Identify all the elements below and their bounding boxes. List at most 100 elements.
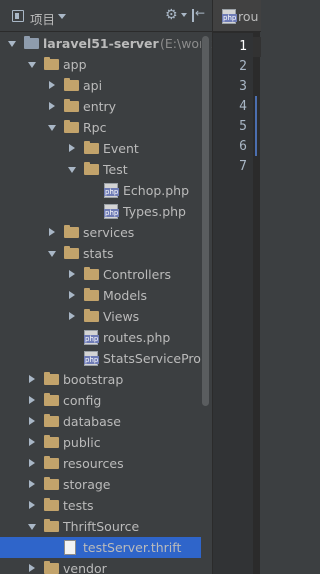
tree-item-label: database bbox=[63, 414, 121, 429]
editor-tab[interactable]: rou bbox=[213, 0, 261, 32]
tree-folder-row[interactable]: api bbox=[0, 75, 202, 96]
line-number: 3 bbox=[239, 79, 247, 94]
tree-folder-row[interactable]: Rpc bbox=[0, 117, 202, 138]
tree-item-label: entry bbox=[83, 99, 117, 114]
expand-closed-icon[interactable] bbox=[29, 501, 35, 509]
folder-icon bbox=[64, 225, 79, 238]
line-number: 6 bbox=[239, 139, 247, 154]
line-number: 7 bbox=[239, 159, 247, 174]
project-panel-header: 项目 ⚙ bbox=[0, 0, 212, 32]
tree-folder-row[interactable]: ThriftSource bbox=[0, 516, 202, 537]
scrollbar-thumb[interactable] bbox=[202, 36, 209, 406]
folder-icon bbox=[64, 246, 79, 259]
tree-folder-row[interactable]: resources bbox=[0, 453, 202, 474]
expand-open-icon[interactable] bbox=[28, 524, 36, 530]
folder-icon bbox=[44, 435, 59, 448]
hide-panel-icon[interactable] bbox=[192, 6, 205, 22]
folder-icon bbox=[44, 414, 59, 427]
expand-closed-icon[interactable] bbox=[69, 312, 75, 320]
gear-icon[interactable]: ⚙ bbox=[165, 8, 179, 22]
tree-folder-row[interactable]: database bbox=[0, 411, 202, 432]
tree-item-label: Event bbox=[103, 141, 139, 156]
tree-item-label: tests bbox=[63, 498, 94, 513]
tree-folder-row[interactable]: Models bbox=[0, 285, 202, 306]
tree-folder-row[interactable]: stats bbox=[0, 243, 202, 264]
tree-folder-row[interactable]: Views bbox=[0, 306, 202, 327]
expand-closed-icon[interactable] bbox=[29, 480, 35, 488]
folder-icon bbox=[84, 309, 99, 322]
chevron-down-icon[interactable] bbox=[58, 14, 66, 19]
expand-closed-icon[interactable] bbox=[29, 564, 35, 572]
tree-folder-row[interactable]: entry bbox=[0, 96, 202, 117]
tree-folder-row[interactable]: services bbox=[0, 222, 202, 243]
folder-icon bbox=[44, 519, 59, 532]
folder-icon bbox=[64, 99, 79, 112]
expand-closed-icon[interactable] bbox=[49, 228, 55, 236]
folder-icon bbox=[44, 57, 59, 70]
gear-dropdown-icon[interactable] bbox=[181, 13, 187, 17]
tree-folder-row[interactable]: public bbox=[0, 432, 202, 453]
expand-closed-icon[interactable] bbox=[29, 459, 35, 467]
tree-file-row[interactable]: testServer.thrift bbox=[0, 537, 202, 558]
php-file-icon bbox=[104, 204, 120, 219]
folder-icon bbox=[44, 477, 59, 490]
change-marker bbox=[255, 96, 257, 156]
expand-open-icon[interactable] bbox=[48, 125, 56, 131]
tree-folder-row[interactable]: vendor bbox=[0, 558, 202, 574]
tree-item-label: testServer.thrift bbox=[83, 540, 182, 555]
tree-file-row[interactable]: Echop.php bbox=[0, 180, 202, 201]
expand-open-icon[interactable] bbox=[48, 251, 56, 257]
php-file-icon bbox=[222, 9, 238, 24]
expand-open-icon[interactable] bbox=[8, 41, 16, 47]
tree-item-label: Types.php bbox=[123, 204, 186, 219]
tree-item-label: Rpc bbox=[83, 120, 107, 135]
tree-folder-row[interactable]: bootstrap bbox=[0, 369, 202, 390]
tree-item-label: Controllers bbox=[103, 267, 171, 282]
tree-folder-row[interactable]: tests bbox=[0, 495, 202, 516]
tree-file-row[interactable]: Types.php bbox=[0, 201, 202, 222]
tree-item-label: StatsServiceProv bbox=[103, 351, 209, 366]
expand-closed-icon[interactable] bbox=[49, 102, 55, 110]
expand-closed-icon[interactable] bbox=[69, 144, 75, 152]
tree-folder-row[interactable]: Controllers bbox=[0, 264, 202, 285]
folder-icon bbox=[64, 120, 79, 133]
expand-open-icon[interactable] bbox=[28, 62, 36, 68]
tree-file-row[interactable]: routes.php bbox=[0, 327, 202, 348]
tree-scrollbar[interactable] bbox=[201, 33, 211, 574]
expand-closed-icon[interactable] bbox=[29, 417, 35, 425]
folder-icon bbox=[84, 162, 99, 175]
editor-area: rou 1 2 3 4 5 6 7 bbox=[212, 0, 261, 574]
project-view-label[interactable]: 项目 bbox=[30, 9, 55, 28]
php-file-icon bbox=[84, 330, 100, 345]
tree-item-label: Test bbox=[103, 162, 128, 177]
line-number: 2 bbox=[239, 59, 247, 74]
expand-closed-icon[interactable] bbox=[29, 396, 35, 404]
expand-closed-icon[interactable] bbox=[29, 375, 35, 383]
tree-folder-row[interactable]: laravel51-server(E:\works bbox=[0, 33, 212, 54]
line-number-gutter: 1 2 3 4 5 6 7 bbox=[213, 33, 253, 574]
tree-item-label: ThriftSource bbox=[63, 519, 140, 534]
folder-icon bbox=[64, 78, 79, 91]
tree-folder-row[interactable]: config bbox=[0, 390, 202, 411]
tree-item-label: app bbox=[63, 57, 87, 72]
folder-icon bbox=[44, 372, 59, 385]
tree-folder-row[interactable]: storage bbox=[0, 474, 202, 495]
tree-folder-row[interactable]: Event bbox=[0, 138, 202, 159]
folder-icon bbox=[44, 393, 59, 406]
expand-closed-icon[interactable] bbox=[49, 81, 55, 89]
project-view-icon[interactable] bbox=[12, 10, 24, 22]
folder-icon bbox=[44, 456, 59, 469]
folder-icon bbox=[84, 288, 99, 301]
tree-file-row[interactable]: StatsServiceProv bbox=[0, 348, 208, 369]
tree-item-label: config bbox=[63, 393, 102, 408]
expand-closed-icon[interactable] bbox=[69, 291, 75, 299]
tree-item-label: stats bbox=[83, 246, 114, 261]
tree-folder-row[interactable]: app bbox=[0, 54, 202, 75]
tree-item-label: laravel51-server bbox=[43, 36, 159, 51]
expand-closed-icon[interactable] bbox=[29, 438, 35, 446]
tree-folder-row[interactable]: Test bbox=[0, 159, 202, 180]
tree-item-label: Models bbox=[103, 288, 148, 303]
expand-closed-icon[interactable] bbox=[69, 270, 75, 278]
tree-item-label: Views bbox=[103, 309, 140, 324]
expand-open-icon[interactable] bbox=[68, 167, 76, 173]
